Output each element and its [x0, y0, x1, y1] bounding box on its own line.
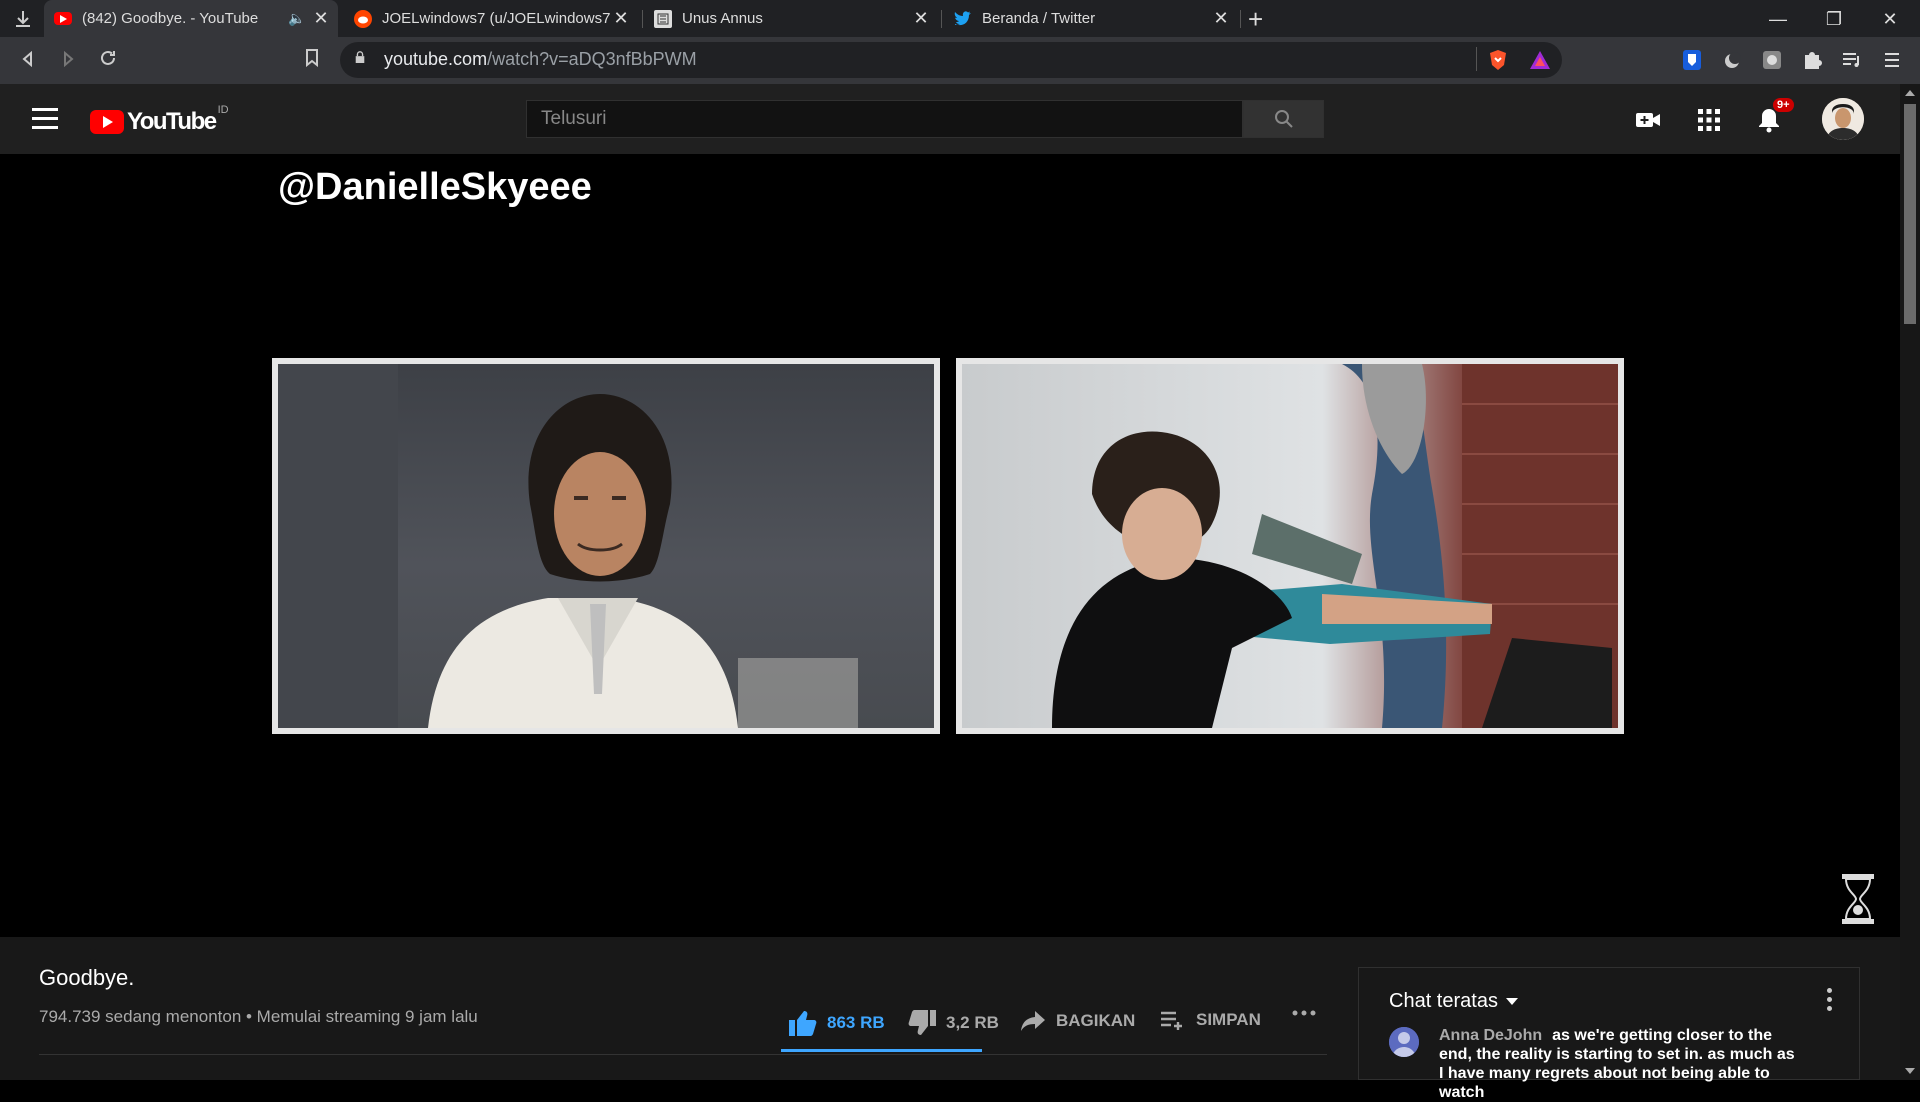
address-bar[interactable]: youtube.com/watch?v=aDQ3nfBbPWM	[340, 42, 1562, 78]
notification-badge: 9+	[1773, 98, 1794, 112]
scroll-down-arrow-icon[interactable]	[1905, 1068, 1915, 1074]
share-icon	[1021, 1011, 1045, 1031]
tab-title: JOELwindows7 (u/JOELwindows7) -	[382, 10, 610, 27]
reload-button[interactable]	[92, 45, 124, 77]
restore-button[interactable]: ❐	[1806, 4, 1862, 34]
extension-icon[interactable]	[1760, 48, 1784, 72]
tab-title: Beranda / Twitter	[982, 10, 1096, 27]
tab-twitter[interactable]: Beranda / Twitter ✕	[944, 0, 1238, 37]
video-frame-right	[956, 358, 1624, 734]
divider	[39, 1054, 1327, 1055]
thumbs-up-icon	[789, 1011, 817, 1036]
brave-shield-icon[interactable]	[1486, 48, 1510, 72]
apps-grid-icon[interactable]	[1695, 106, 1723, 134]
tab-separator	[941, 10, 942, 28]
browser-toolbar: youtube.com/watch?v=aDQ3nfBbPWM	[0, 37, 1920, 84]
close-tab-icon[interactable]: ✕	[310, 8, 332, 29]
tab-unus-annus[interactable]: Unus Annus ✕	[644, 0, 938, 37]
more-actions-button[interactable]	[1292, 1010, 1326, 1016]
chevron-down-icon	[1505, 998, 1518, 1005]
video-player[interactable]: @DanielleSkyeee	[0, 154, 1900, 937]
more-horizontal-icon	[1292, 1010, 1316, 1016]
page-scrollbar[interactable]	[1900, 84, 1920, 1080]
chat-author[interactable]: Anna DeJohn	[1439, 1027, 1542, 1044]
youtube-logo[interactable]: YouTube ID	[90, 104, 229, 136]
dark-reader-icon[interactable]	[1720, 48, 1744, 72]
close-tab-icon[interactable]: ✕	[610, 8, 632, 29]
lock-icon	[355, 51, 365, 63]
avatar[interactable]	[1822, 98, 1864, 140]
hourglass-watermark-icon	[1842, 874, 1874, 924]
chat-author-avatar[interactable]	[1389, 1027, 1419, 1057]
tab-title: (842) Goodbye. - YouTube	[82, 10, 259, 27]
browser-tab-strip: (842) Goodbye. - YouTube 🔈 ✕ JOELwindows…	[0, 0, 1920, 37]
live-chat-panel: Chat teratas Anna DeJohn as we're getting…	[1358, 967, 1860, 1101]
reddit-icon	[354, 9, 372, 28]
url-path: /watch?v=aDQ3nfBbPWM	[487, 49, 697, 69]
bookmark-icon[interactable]	[296, 45, 328, 77]
video-frame-left	[272, 358, 940, 734]
save-button[interactable]: SIMPAN	[1160, 1010, 1261, 1030]
youtube-wordmark: YouTube	[127, 108, 217, 135]
chat-header-label: Chat teratas	[1389, 990, 1498, 1012]
search-button[interactable]	[1243, 100, 1324, 138]
search-icon	[1274, 110, 1293, 128]
tab-separator	[1240, 10, 1241, 28]
chat-more-options-icon[interactable]	[1827, 988, 1833, 1015]
url-text: youtube.com/watch?v=aDQ3nfBbPWM	[384, 49, 697, 70]
unus-annus-icon	[654, 9, 672, 28]
twitter-icon	[954, 10, 972, 28]
forward-button[interactable]	[52, 45, 84, 77]
hamburger-menu-icon[interactable]	[32, 108, 58, 130]
like-ratio-bar	[781, 1049, 982, 1052]
url-host: youtube.com	[384, 49, 488, 69]
chat-mode-dropdown[interactable]: Chat teratas	[1389, 990, 1518, 1013]
chat-message: Anna DeJohn as we're getting closer to th…	[1439, 1026, 1799, 1102]
add-to-playlist-icon	[1161, 1011, 1182, 1030]
minimize-button[interactable]: —	[1750, 4, 1806, 34]
new-tab-button[interactable]: +	[1248, 4, 1263, 35]
scroll-up-arrow-icon[interactable]	[1905, 90, 1915, 96]
dislike-button[interactable]: 3,2 RB	[908, 1010, 999, 1036]
save-label: SIMPAN	[1196, 1010, 1261, 1029]
back-button[interactable]	[12, 45, 44, 77]
download-icon[interactable]	[10, 6, 36, 32]
thumbs-down-icon	[908, 1010, 936, 1035]
region-code: ID	[217, 104, 229, 116]
speaker-icon[interactable]: 🔈	[288, 10, 310, 27]
youtube-icon	[54, 12, 72, 25]
create-video-icon[interactable]	[1634, 106, 1662, 134]
share-button[interactable]: BAGIKAN	[1020, 1010, 1135, 1032]
bitwarden-icon[interactable]	[1680, 48, 1704, 72]
puzzle-icon[interactable]	[1800, 48, 1824, 72]
omnibox-separator	[1476, 47, 1477, 71]
like-count: 863 RB	[827, 1013, 885, 1032]
like-button[interactable]: 863 RB	[789, 1010, 885, 1036]
video-overlay-handle: @DanielleSkyeee	[278, 166, 592, 208]
youtube-play-icon	[90, 110, 124, 134]
search-input[interactable]	[526, 100, 1243, 138]
scrollbar-thumb[interactable]	[1904, 104, 1916, 324]
video-title: Goodbye.	[39, 965, 135, 990]
dislike-count: 3,2 RB	[946, 1013, 999, 1032]
close-tab-icon[interactable]: ✕	[910, 8, 932, 29]
brave-rewards-icon[interactable]	[1528, 48, 1552, 72]
close-tab-icon[interactable]: ✕	[1210, 8, 1232, 29]
share-label: BAGIKAN	[1056, 1011, 1136, 1030]
media-control-icon[interactable]	[1840, 48, 1864, 72]
tab-youtube[interactable]: (842) Goodbye. - YouTube 🔈 ✕	[44, 0, 338, 37]
tab-separator	[642, 10, 643, 28]
video-meta: 794.739 sedang menonton • Memulai stream…	[39, 1007, 478, 1026]
tab-title: Unus Annus	[682, 10, 763, 27]
close-window-button[interactable]: ✕	[1862, 4, 1918, 34]
youtube-header: YouTube ID 9+	[0, 84, 1900, 154]
tab-reddit[interactable]: JOELwindows7 (u/JOELwindows7) - ✕	[344, 0, 638, 37]
menu-icon[interactable]	[1880, 48, 1904, 72]
